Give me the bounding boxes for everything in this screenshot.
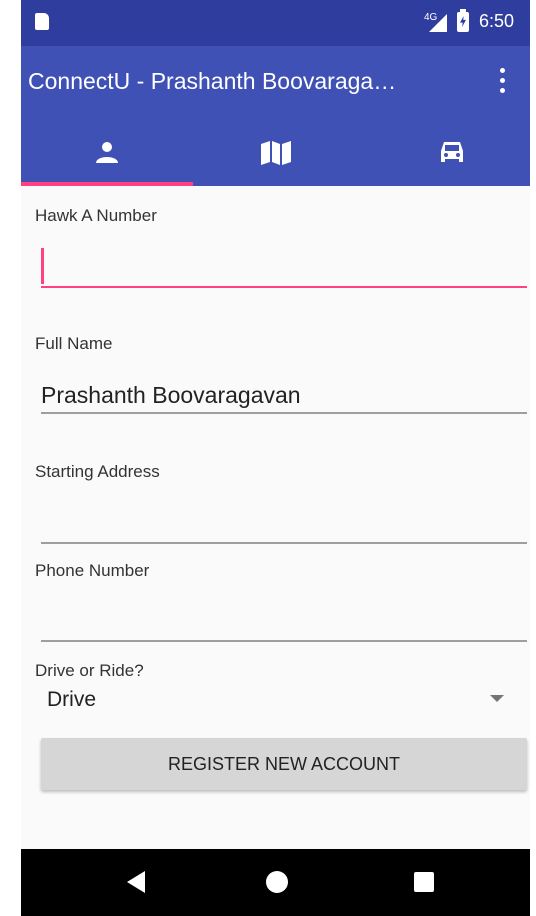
drive-or-ride-value[interactable]: Drive — [47, 688, 96, 712]
register-new-account-button[interactable]: REGISTER NEW ACCOUNT — [41, 738, 527, 790]
full-name-input[interactable]: Prashanth Boovaragavan — [41, 382, 301, 409]
overflow-menu-icon[interactable] — [491, 66, 515, 96]
signal-icon — [429, 14, 447, 32]
tab-profile[interactable] — [21, 118, 193, 186]
starting-address-underline — [41, 542, 527, 544]
dropdown-arrow-icon[interactable] — [490, 695, 504, 702]
map-icon — [261, 141, 291, 165]
tab-map[interactable] — [191, 118, 361, 186]
battery-charging-icon — [457, 9, 469, 32]
text-cursor — [41, 248, 44, 284]
starting-address-label: Starting Address — [35, 462, 160, 481]
back-icon[interactable] — [127, 871, 145, 893]
clock: 6:50 — [479, 11, 515, 31]
full-name-label: Full Name — [35, 334, 113, 353]
phone-number-underline — [41, 640, 527, 642]
sim-card-icon — [35, 13, 49, 30]
person-icon — [96, 142, 118, 163]
navigation-bar — [21, 849, 530, 916]
registration-form: Hawk A Number Full Name Prashanth Boovar… — [21, 186, 530, 849]
app-bar: ConnectU - Prashanth Boovaraga… — [21, 46, 530, 186]
app-title: ConnectU - Prashanth Boovaraga… — [28, 68, 397, 94]
phone-number-label: Phone Number — [35, 561, 150, 580]
tab-car[interactable] — [361, 118, 531, 186]
full-name-underline — [41, 412, 527, 414]
hawk-number-label: Hawk A Number — [35, 206, 157, 225]
status-bar: 4G 6:50 — [21, 0, 530, 46]
recent-apps-icon[interactable] — [414, 872, 434, 892]
home-icon[interactable] — [266, 871, 288, 893]
car-icon — [441, 142, 463, 162]
hawk-number-underline — [41, 286, 527, 288]
drive-or-ride-label: Drive or Ride? — [35, 661, 144, 680]
